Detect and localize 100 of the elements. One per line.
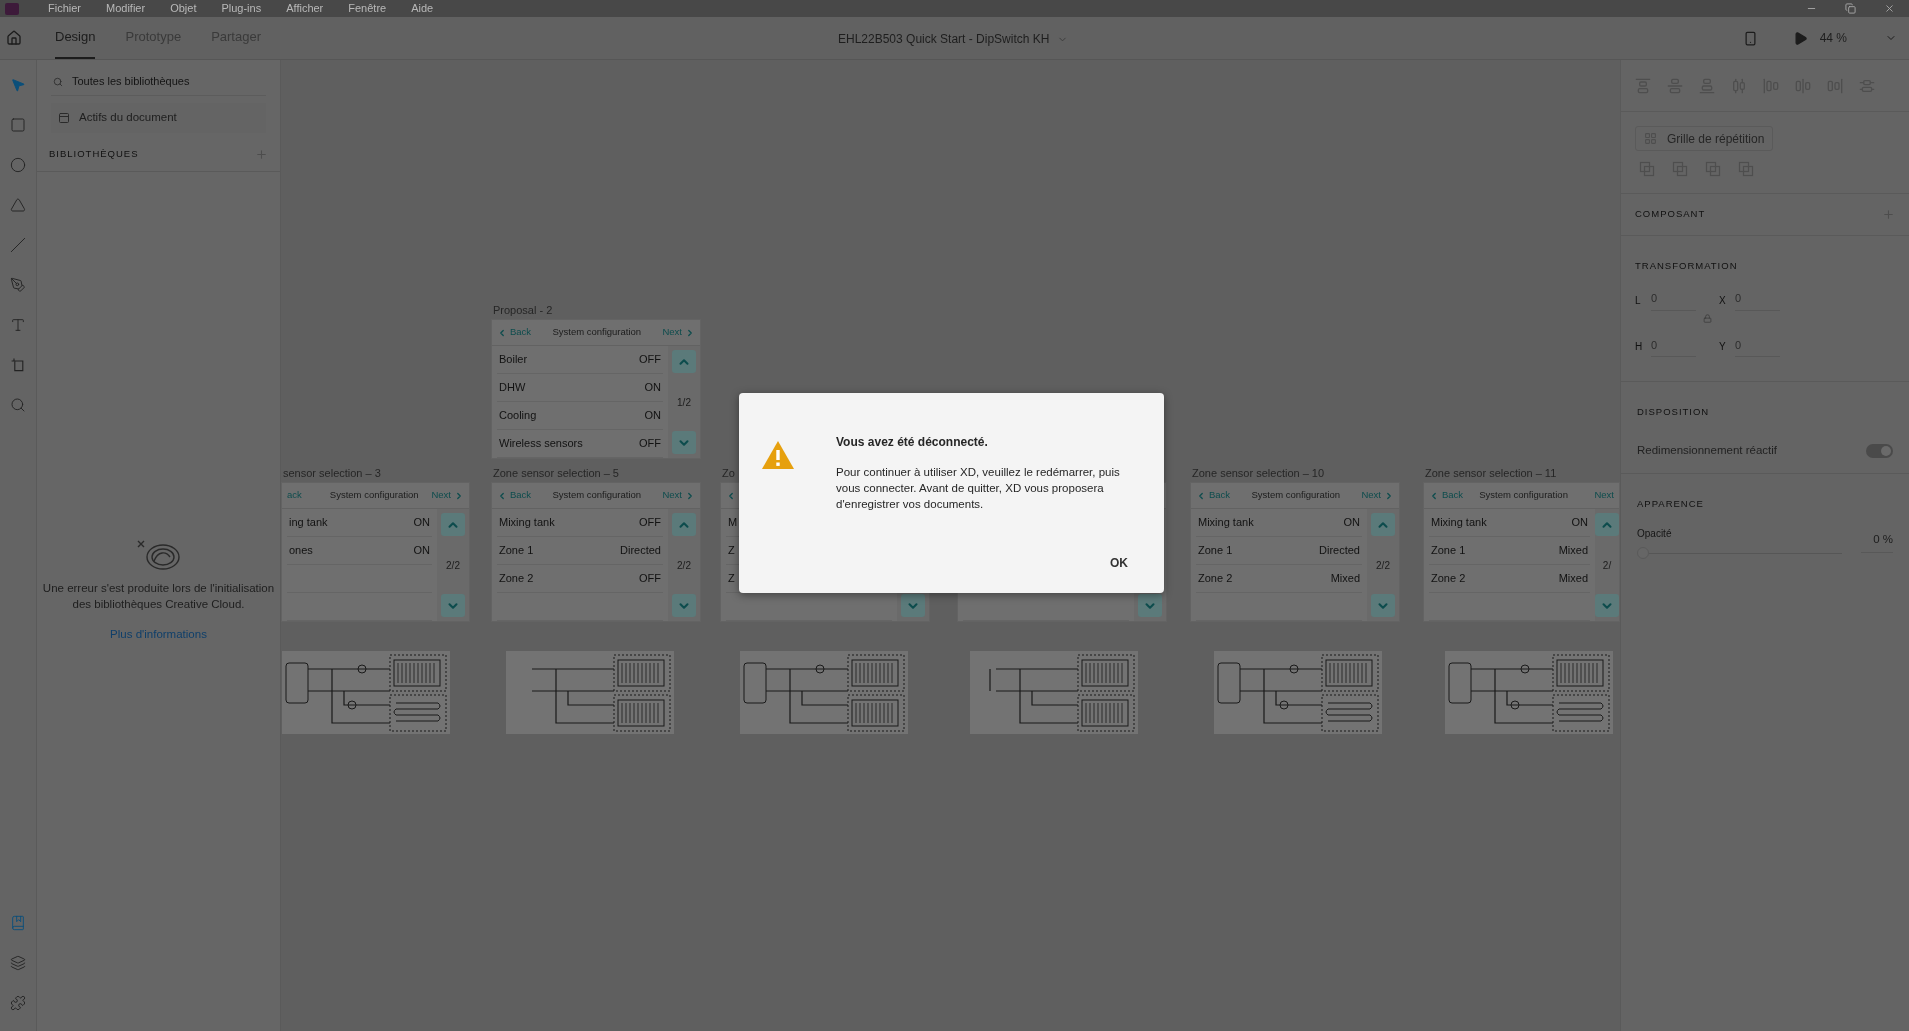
setting-value: ON <box>413 543 430 559</box>
puzzle-icon[interactable] <box>10 995 26 1011</box>
scroll-up-button[interactable] <box>1595 513 1619 536</box>
next-link[interactable]: Next <box>662 325 682 340</box>
text-icon[interactable] <box>10 317 26 333</box>
back-link[interactable]: Back <box>510 325 532 340</box>
back-chevron-icon[interactable] <box>497 490 507 501</box>
scroll-up-button[interactable] <box>441 513 465 536</box>
next-link[interactable]: Next <box>662 488 682 503</box>
setting-label: Redimensionnement réactif <box>1637 443 1777 458</box>
more-info-link[interactable]: Plus d'informations <box>110 626 207 644</box>
artboard-title[interactable]: Zo <box>722 465 735 482</box>
setting-label: ing tank <box>289 515 328 531</box>
back-link[interactable]: Back <box>1209 488 1231 503</box>
home-icon[interactable] <box>6 30 22 46</box>
pointer-icon[interactable] <box>10 77 26 93</box>
search-icon[interactable] <box>10 397 26 413</box>
search-field[interactable]: Toutes les bibliothèques <box>72 73 264 90</box>
setting-value: Directed <box>620 543 661 559</box>
pen-icon[interactable] <box>10 277 26 293</box>
back-link[interactable]: Back <box>510 488 532 503</box>
next-link[interactable]: Next <box>1594 488 1614 503</box>
scroll-down-button[interactable] <box>672 594 696 617</box>
zoom-level[interactable]: 44 % <box>1819 29 1847 47</box>
opacity-field[interactable]: 0 % <box>1861 531 1893 554</box>
setting-label: DHW <box>499 380 526 396</box>
setting-value: OFF <box>639 436 661 452</box>
restore-icon[interactable] <box>1845 3 1856 14</box>
section-title: TRANSFORMATION <box>1635 260 1738 271</box>
close-icon[interactable] <box>1884 3 1895 14</box>
ok-button[interactable]: OK <box>1102 551 1136 575</box>
cloud-error-icon <box>135 539 182 571</box>
back-chevron-icon[interactable] <box>1429 490 1439 501</box>
ellipse-icon[interactable] <box>10 157 26 173</box>
screen-title: System configuration <box>552 325 642 340</box>
scroll-down-button[interactable] <box>901 594 925 617</box>
menu-item[interactable]: Aide <box>411 0 434 17</box>
line-icon[interactable] <box>10 237 26 253</box>
next-chevron-icon[interactable] <box>454 490 464 501</box>
triangle-icon[interactable] <box>10 197 26 213</box>
scroll-down-button[interactable] <box>441 594 465 617</box>
scroll-up-button[interactable] <box>672 350 696 373</box>
page-indicator: 2/2 <box>1376 558 1390 573</box>
screen-title: System configuration <box>1251 488 1341 503</box>
setting-label: Z <box>728 543 735 559</box>
menu-item[interactable]: Fenêtre <box>348 0 387 17</box>
setting-value: OFF <box>639 571 661 587</box>
setting-label: M <box>728 515 738 531</box>
scroll-up-button[interactable] <box>672 513 696 536</box>
add-icon[interactable] <box>1882 208 1895 221</box>
dialog-title: Vous avez été déconnecté. <box>836 434 989 451</box>
repeat-grid-button[interactable]: Grille de répétition <box>1635 126 1774 151</box>
next-link[interactable]: Next <box>1361 488 1381 503</box>
setting-value: Mixed <box>1330 571 1360 587</box>
page-indicator: 2/2 <box>446 558 460 573</box>
back-chevron-icon[interactable] <box>497 327 507 338</box>
scroll-down-button[interactable] <box>1138 594 1162 617</box>
toggle-switch[interactable] <box>1866 443 1893 458</box>
artboard-icon[interactable] <box>10 357 26 373</box>
back-chevron-icon[interactable] <box>1196 490 1206 501</box>
menu-item[interactable]: Afficher <box>286 0 324 17</box>
scroll-down-button[interactable] <box>1371 594 1395 617</box>
scroll-down-button[interactable] <box>672 431 696 454</box>
menu-item[interactable]: Objet <box>170 0 197 17</box>
app-logo-icon <box>5 2 19 15</box>
layers-icon[interactable] <box>10 955 26 971</box>
back-chevron-icon[interactable] <box>726 490 736 501</box>
setting-value: ON <box>644 380 661 396</box>
menu-item[interactable]: Modifier <box>106 0 146 17</box>
setting-label: Zone 2 <box>1431 571 1466 587</box>
dialog-message: Pour continuer à utiliser XD, veuillez le redémarrer, puis vous connecter. Avant de quitter, XD vous proposera d'enregistrer vos documents. <box>836 465 1121 512</box>
menu-item[interactable]: Plug-ins <box>221 0 262 17</box>
setting-label: Zone 1 <box>499 543 534 559</box>
document-title[interactable]: EHL22B503 Quick Start - DipSwitch KH <box>838 30 1050 48</box>
screen-title: System configuration <box>552 488 642 503</box>
play-icon[interactable] <box>1792 30 1808 46</box>
menu-item[interactable]: Fichier <box>48 0 81 17</box>
setting-label: Boiler <box>499 352 528 368</box>
setting-label: Mixing tank <box>1198 515 1254 531</box>
add-icon[interactable] <box>255 147 268 161</box>
back-link[interactable]: Back <box>1442 488 1464 503</box>
next-chevron-icon[interactable] <box>685 490 695 501</box>
book-icon[interactable] <box>10 915 26 931</box>
scroll-down-button[interactable] <box>1595 594 1619 617</box>
page-indicator: 1/2 <box>677 395 691 410</box>
artboard-title[interactable]: Proposal - 2 <box>493 302 553 319</box>
setting-label: Mixing tank <box>499 515 555 531</box>
lock-icon[interactable] <box>1703 314 1712 323</box>
device-icon[interactable] <box>1742 30 1758 46</box>
next-link[interactable]: Next <box>431 488 451 503</box>
section-title: BIBLIOTHÈQUES <box>49 146 139 161</box>
artboard-title[interactable]: sensor selection – 3 <box>283 465 381 482</box>
search-icon <box>53 76 63 87</box>
setting-value: ON <box>1571 515 1588 531</box>
scroll-up-button[interactable] <box>1371 513 1395 536</box>
next-chevron-icon[interactable] <box>685 327 695 338</box>
back-link[interactable]: ack <box>287 488 302 503</box>
rectangle-icon[interactable] <box>10 117 26 133</box>
next-chevron-icon[interactable] <box>1384 490 1394 501</box>
setting-label: Opacité <box>1637 527 1673 542</box>
